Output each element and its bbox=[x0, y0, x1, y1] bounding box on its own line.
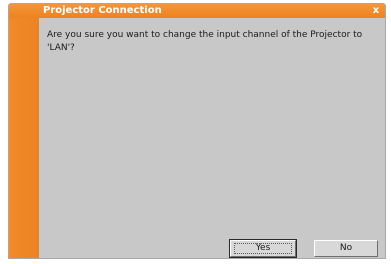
dialog-title: Projector Connection bbox=[43, 5, 162, 16]
no-button-label: No bbox=[339, 243, 353, 253]
dialog-body: Are you sure you want to change the inpu… bbox=[39, 18, 385, 258]
yes-button-focus-ring bbox=[234, 243, 292, 254]
yes-button[interactable]: Yes bbox=[229, 239, 297, 258]
screen: Projector Connection x Are you sure you … bbox=[0, 0, 391, 264]
dialog-titlebar[interactable]: Projector Connection x bbox=[9, 4, 385, 18]
dialog-side-strip bbox=[9, 4, 39, 258]
no-button[interactable]: No bbox=[314, 240, 378, 257]
projector-connection-dialog: Projector Connection x Are you sure you … bbox=[8, 3, 386, 259]
confirmation-message: Are you sure you want to change the inpu… bbox=[47, 30, 363, 53]
close-button[interactable]: x bbox=[370, 4, 382, 17]
